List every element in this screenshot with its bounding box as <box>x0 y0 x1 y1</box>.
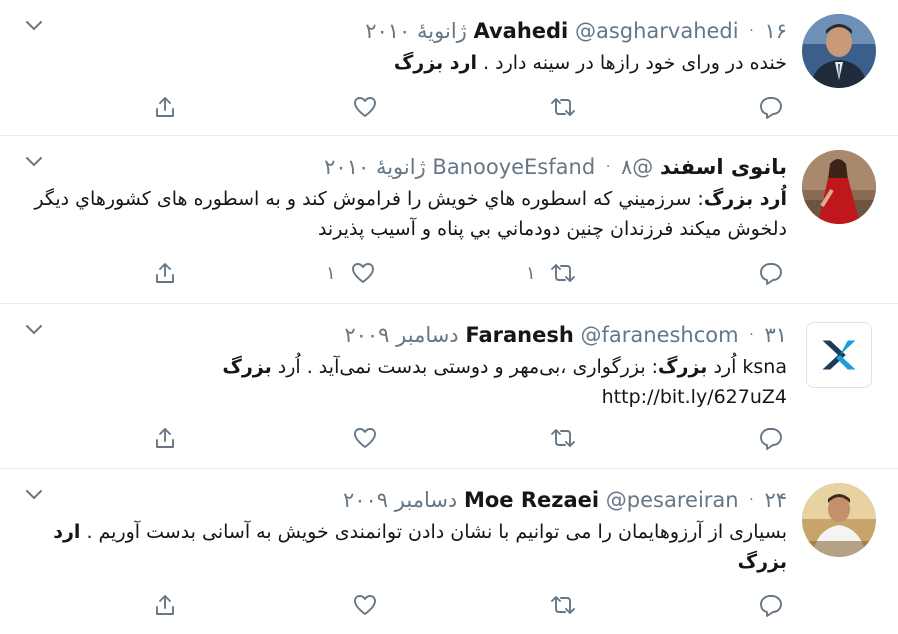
heart-icon <box>354 595 376 615</box>
share-button[interactable] <box>152 259 178 287</box>
tweet-actions <box>130 424 787 454</box>
heart-icon <box>354 97 376 117</box>
reply-button[interactable] <box>758 259 792 287</box>
woman-in-red-avatar-image <box>802 150 876 224</box>
tweet-feed: Avahedi @asgharvahedi · ۱۶ ژانویهٔ ۲۰۱۰ … <box>0 0 898 634</box>
separator-dot: · <box>749 23 754 39</box>
man-in-suit-avatar-image <box>802 14 876 88</box>
like-count: ۱ <box>326 262 336 284</box>
separator-dot: · <box>605 159 611 175</box>
username[interactable]: @faraneshcom <box>581 323 739 347</box>
username[interactable]: @pesareiran <box>606 488 739 512</box>
like-button[interactable] <box>352 424 386 452</box>
tweet-actions <box>130 93 787 123</box>
tweet-text-part: : سرزميني كه اسطوره هاي خويش را فراموش ك… <box>34 188 787 240</box>
tweet-text: اُرد بزرگ: سرزميني كه اسطوره هاي خويش را… <box>20 184 787 244</box>
reply-icon <box>760 263 782 285</box>
tweet-text-part: : بزرگواری ،بی‌مهر و دوستی بدست نمی‌آید … <box>271 356 659 378</box>
share-icon <box>156 263 174 283</box>
share-button[interactable] <box>152 591 178 619</box>
display-name[interactable]: Moe Rezaei <box>464 488 599 512</box>
separator-dot: · <box>749 327 754 343</box>
heart-icon <box>354 428 376 448</box>
share-icon <box>156 428 174 448</box>
tweet-card[interactable]: بانوی اسفند @BanooyeEsfand · ۸ ژانویهٔ ۲… <box>0 136 898 304</box>
tweet-text-part: ksna اُرد <box>707 356 787 378</box>
retweet-button[interactable] <box>550 424 584 452</box>
share-icon <box>156 595 174 615</box>
retweet-count: ۱ <box>526 262 536 284</box>
like-button[interactable] <box>352 591 386 619</box>
tweet-text: ksna اُرد بزرگ: بزرگواری ،بی‌مهر و دوستی… <box>20 352 787 412</box>
tweet-card[interactable]: Avahedi @asgharvahedi · ۱۶ ژانویهٔ ۲۰۱۰ … <box>0 0 898 136</box>
reply-button[interactable] <box>758 93 792 121</box>
tweet-card[interactable]: Faranesh @faraneshcom · ۳۱ دسامبر ۲۰۰۹ k… <box>0 304 898 469</box>
tweet-text-bold: ارد بزرگ <box>393 52 478 74</box>
share-icon <box>156 97 174 117</box>
tweet-menu-chevron-down-icon[interactable] <box>24 153 44 167</box>
tweet-text: بسیاری از آرزوهایمان را می توانیم با نشا… <box>20 517 787 577</box>
share-button[interactable] <box>152 424 178 452</box>
tweet-menu-chevron-down-icon[interactable] <box>24 321 44 335</box>
retweet-button[interactable]: ۱ <box>526 259 576 287</box>
retweet-icon <box>551 98 575 116</box>
reply-button[interactable] <box>758 591 792 619</box>
avatar[interactable] <box>806 322 872 388</box>
tweet-header: Avahedi @asgharvahedi · ۱۶ ژانویهٔ ۲۰۱۰ <box>60 16 787 46</box>
faranesh-logo-avatar-image <box>807 323 871 387</box>
retweet-icon <box>550 264 575 282</box>
tweet-menu-chevron-down-icon[interactable] <box>24 486 44 500</box>
tweet-text-bold: اُرد بزرگ <box>703 188 787 210</box>
retweet-icon <box>551 596 575 614</box>
retweet-icon <box>551 429 575 447</box>
tweet-text-bold: بزرگ <box>222 356 272 378</box>
tweet-card[interactable]: Moe Rezaei @pesareiran · ۲۴ دسامبر ۲۰۰۹ … <box>0 469 898 634</box>
like-button[interactable] <box>352 93 386 121</box>
username[interactable]: @asgharvahedi <box>575 19 739 43</box>
tweet-text: خنده در ورای خود رازها در سینه دارد . ار… <box>20 48 787 78</box>
avatar[interactable] <box>802 483 876 557</box>
avatar[interactable] <box>802 150 876 224</box>
tweet-header: بانوی اسفند @BanooyeEsfand · ۸ ژانویهٔ ۲… <box>60 152 787 182</box>
display-name[interactable]: بانوی اسفند <box>660 155 787 179</box>
avatar[interactable] <box>802 14 876 88</box>
retweet-button[interactable] <box>550 93 584 121</box>
man-smiling-avatar-image <box>802 483 876 557</box>
display-name[interactable]: Faranesh <box>465 323 573 347</box>
reply-button[interactable] <box>758 424 792 452</box>
tweet-text-part: خنده در ورای خود رازها در سینه دارد . <box>477 52 787 74</box>
heart-icon <box>351 263 374 283</box>
tweet-text-bold: بزرگ <box>658 356 708 378</box>
retweet-button[interactable] <box>550 591 584 619</box>
reply-icon <box>760 97 782 119</box>
reply-icon <box>760 595 782 617</box>
tweet-text-part: بسیاری از آرزوهایمان را می توانیم با نشا… <box>80 521 787 543</box>
reply-icon <box>760 428 782 450</box>
tweet-link[interactable]: http://bit.ly/627uZ4 <box>602 386 787 408</box>
tweet-menu-chevron-down-icon[interactable] <box>24 17 44 31</box>
like-button[interactable]: ۱ <box>326 259 376 287</box>
tweet-actions <box>130 591 787 621</box>
separator-dot: · <box>749 492 754 508</box>
tweet-actions: ۱ ۱ <box>130 259 787 289</box>
tweet-header: Faranesh @faraneshcom · ۳۱ دسامبر ۲۰۰۹ <box>60 320 787 350</box>
display-name[interactable]: Avahedi <box>473 19 568 43</box>
share-button[interactable] <box>152 93 178 121</box>
tweet-header: Moe Rezaei @pesareiran · ۲۴ دسامبر ۲۰۰۹ <box>60 485 787 515</box>
